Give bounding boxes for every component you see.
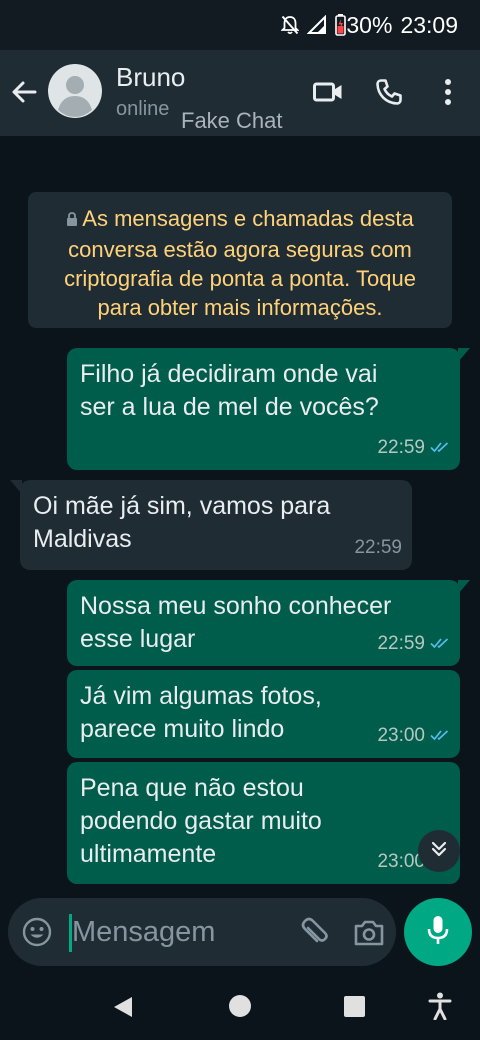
message-line: podendo gastar muito (80, 807, 322, 835)
lock-icon (66, 204, 78, 233)
contact-name[interactable]: Bruno (116, 62, 185, 93)
status-bar: 30% 23:09 (0, 0, 480, 50)
read-ticks-icon (430, 627, 450, 660)
back-icon[interactable] (8, 72, 40, 112)
read-ticks-icon (430, 719, 450, 752)
message-input[interactable] (72, 912, 282, 952)
mute-icon (281, 15, 300, 35)
message-bubble-outgoing[interactable]: Filho já decidiram onde vai ser a lua de… (67, 348, 470, 470)
message-bubble-incoming[interactable]: Oi mãe já sim, vamos para Maldivas 22:59 (10, 480, 412, 570)
encryption-notice[interactable]: As mensagens e chamadas desta conversa e… (28, 192, 452, 328)
mic-button[interactable] (404, 898, 472, 966)
message-line: Pena que não estou (80, 774, 304, 802)
message-composer (8, 898, 396, 966)
video-call-icon[interactable] (310, 74, 346, 110)
battery-percent: 30% (346, 11, 393, 38)
system-nav-bar (0, 976, 480, 1040)
message-time: 22:59 (354, 537, 402, 558)
signal-icon (307, 15, 327, 35)
double-chevron-down-icon (430, 840, 448, 863)
message-bubble-outgoing[interactable]: Pena que não estou podendo gastar muito … (67, 762, 460, 884)
camera-icon[interactable] (352, 916, 386, 950)
emoji-icon[interactable] (22, 917, 52, 947)
message-line: Filho já decidiram onde vai (80, 360, 378, 388)
battery-icon (335, 14, 347, 36)
read-ticks-icon (430, 431, 450, 464)
message-time: 23:00 (377, 725, 425, 746)
message-line: Nossa meu sonho conhecer (80, 592, 392, 620)
chat-header: Bruno online Fake Chat (0, 50, 480, 136)
message-line: Já vim algumas fotos, (80, 682, 322, 710)
bubble-tail (458, 348, 470, 362)
phone-icon[interactable] (372, 74, 406, 110)
bubble-tail (458, 580, 470, 594)
message-bubble-outgoing[interactable]: Já vim algumas fotos, parece muito lindo… (67, 670, 460, 758)
message-bubble-outgoing[interactable]: Nossa meu sonho conhecer esse lugar 22:5… (67, 580, 470, 666)
nav-home-icon[interactable] (229, 995, 251, 1017)
more-vert-icon[interactable] (436, 74, 460, 110)
scroll-down-button[interactable] (418, 830, 460, 872)
accessibility-icon[interactable] (428, 992, 452, 1025)
message-time: 22:59 (377, 437, 425, 458)
encryption-text: As mensagens e chamadas desta conversa e… (64, 206, 416, 320)
message-line: Maldivas (33, 525, 132, 553)
contact-status: online (116, 98, 170, 120)
attach-icon[interactable] (298, 916, 332, 950)
watermark: Fake Chat (181, 108, 283, 133)
clock: 23:09 (400, 11, 458, 38)
bubble-tail (10, 480, 22, 494)
message-line: ser a lua de mel de vocês? (80, 393, 379, 421)
nav-back-icon[interactable] (112, 996, 134, 1023)
message-line: Oi mãe já sim, vamos para (33, 492, 331, 520)
chat-area[interactable]: As mensagens e chamadas desta conversa e… (0, 136, 480, 976)
nav-recents-icon[interactable] (344, 996, 365, 1017)
message-time: 22:59 (377, 633, 425, 654)
avatar[interactable] (48, 64, 102, 118)
mic-icon (427, 915, 449, 950)
